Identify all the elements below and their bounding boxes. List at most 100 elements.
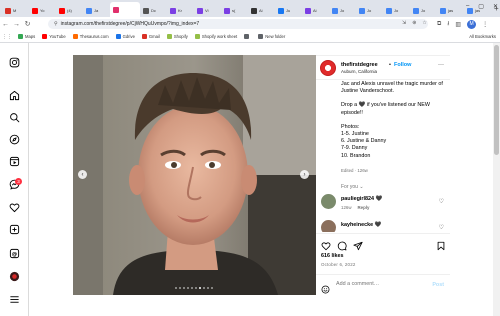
for-you-toggle[interactable]: For you ⌄	[341, 184, 364, 190]
comment-icon[interactable]	[337, 238, 347, 251]
share-icon[interactable]	[353, 238, 363, 251]
menu-icon[interactable]: ⋮	[482, 21, 488, 28]
tab-favicon-icon	[359, 7, 365, 14]
follow-button[interactable]: Follow	[394, 62, 411, 68]
forward-icon[interactable]: →	[11, 21, 22, 28]
commenter-username[interactable]: kayheinecke 🖤	[341, 222, 381, 228]
bookmark-item[interactable]: Maps	[18, 34, 35, 39]
page-scrollbar[interactable]	[493, 43, 500, 316]
comment-item: pauliegirl824 🖤 126w Reply ♡	[321, 194, 446, 214]
bookmark-item[interactable]: YouTube	[42, 34, 66, 39]
instagram-logo-icon[interactable]	[8, 56, 21, 69]
minimize-icon[interactable]: –	[466, 3, 469, 10]
browser-tab[interactable]: jas	[437, 4, 464, 17]
explore-icon[interactable]	[8, 133, 21, 146]
comment-input[interactable]	[336, 281, 426, 287]
emoji-icon[interactable]	[321, 281, 330, 294]
comment-like-icon[interactable]: ♡	[439, 198, 444, 205]
home-icon[interactable]	[8, 89, 21, 102]
bookmark-item[interactable]: New folder	[258, 34, 285, 39]
side-panel-icon[interactable]: ▥	[455, 21, 461, 28]
post-comment-button[interactable]: Post	[432, 282, 444, 288]
browser-tab[interactable]: (4)	[56, 4, 83, 17]
more-menu-icon[interactable]	[8, 293, 21, 306]
browser-tab[interactable]: Dc	[140, 4, 167, 17]
zoom-icon[interactable]: ⊕	[412, 20, 416, 26]
notification-badge: 3	[15, 178, 22, 185]
bookmark-item[interactable]: Thesaurus.com	[72, 34, 109, 39]
bookmark-item[interactable]: Gdrive	[115, 34, 135, 39]
browser-tab[interactable]: M	[2, 4, 29, 17]
like-icon[interactable]	[321, 238, 331, 251]
carousel-next-button[interactable]: ›	[300, 170, 309, 179]
bookmark-item[interactable]: Shopify	[166, 34, 188, 39]
commenter-avatar[interactable]	[321, 194, 336, 209]
tab-title: Dc	[151, 8, 156, 13]
browser-tab[interactable]: Jo	[410, 4, 437, 17]
commenter-username[interactable]: pauliegirl824 🖤	[341, 196, 382, 202]
url-text: instagram.com/thefirstdegree/p/CjWHQuUvm…	[60, 21, 200, 27]
address-bar[interactable]: ⚲ instagram.com/thefirstdegree/p/CjWHQuU…	[48, 19, 428, 29]
browser-tab[interactable]: Vi	[194, 4, 221, 17]
bookmark-label: Shopify work sheet	[201, 34, 238, 39]
browser-tab[interactable]	[110, 2, 140, 17]
browser-tab[interactable]: Jo	[383, 4, 410, 17]
back-icon[interactable]: ←	[0, 21, 11, 28]
carousel-prev-button[interactable]: ‹	[78, 170, 87, 179]
maximize-icon[interactable]: ▢	[478, 3, 484, 10]
save-bookmark-icon[interactable]	[436, 238, 446, 251]
tab-title: Yo	[40, 8, 45, 13]
profile-avatar-icon[interactable]	[8, 270, 21, 283]
browser-tab[interactable]: Ai	[302, 4, 329, 17]
bookmark-star-icon[interactable]: ☆	[422, 20, 426, 26]
browser-tab[interactable]: s(	[221, 4, 248, 17]
tab-favicon-icon	[278, 7, 284, 14]
all-bookmarks[interactable]: All Bookmarks	[469, 34, 496, 39]
reload-icon[interactable]: ↻	[22, 20, 33, 28]
carousel-dot	[179, 287, 181, 289]
reels-icon[interactable]	[8, 155, 21, 168]
comment-age: 126w	[341, 205, 352, 210]
extensions-icon[interactable]: ⧉	[437, 21, 441, 28]
tab-title: Jo	[421, 8, 426, 13]
bookmark-icon	[18, 34, 23, 39]
bookmark-label: Shopify	[173, 34, 188, 39]
like-count[interactable]: 616 likes	[321, 253, 343, 259]
apps-icon[interactable]: ⋮⋮	[2, 34, 12, 40]
browser-tab[interactable]: Ju	[275, 4, 302, 17]
site-info-icon[interactable]: ⚲	[54, 21, 58, 27]
threads-icon[interactable]: @	[8, 247, 21, 260]
post-date: October 6, 2022	[321, 262, 356, 267]
tab-favicon-icon	[5, 7, 11, 14]
install-icon[interactable]: ⇲	[402, 20, 406, 26]
post-location[interactable]: Auburn, California	[341, 69, 377, 74]
search-icon[interactable]	[8, 111, 21, 124]
address-bar-actions: ⇲ ⊕ ☆	[402, 20, 427, 26]
bookmark-label: YouTube	[49, 34, 66, 39]
notifications-heart-icon[interactable]	[8, 201, 21, 214]
tab-title: Jo	[394, 8, 399, 13]
close-icon[interactable]: ✕	[493, 3, 498, 10]
browser-tab[interactable]: Yo	[29, 4, 56, 17]
bookmark-item[interactable]: Shopify work sheet	[194, 34, 238, 39]
reply-link[interactable]: Reply	[358, 205, 370, 210]
bookmark-item[interactable]	[244, 34, 251, 39]
downloads-icon[interactable]: ⭳	[447, 19, 449, 29]
scrollbar-thumb[interactable]	[494, 45, 499, 155]
carousel-dot	[199, 287, 201, 289]
bookmark-item[interactable]: Gmail	[141, 34, 160, 39]
create-icon[interactable]	[8, 223, 21, 236]
browser-tab[interactable]: Jo	[329, 4, 356, 17]
post-photo[interactable]	[73, 55, 316, 295]
browser-tab[interactable]: Ai	[248, 4, 275, 17]
bookmark-icon	[115, 34, 121, 39]
profile-avatar[interactable]: M	[467, 19, 477, 29]
commenter-avatar[interactable]	[321, 220, 336, 232]
browser-tab[interactable]: Ja	[83, 4, 110, 17]
browser-tab[interactable]: Kr	[167, 4, 194, 17]
comment-like-icon[interactable]: ♡	[439, 224, 444, 231]
author-username[interactable]: thefirstdegree	[341, 62, 378, 68]
more-options-icon[interactable]: ···	[438, 62, 444, 68]
browser-tab[interactable]: Jo	[356, 4, 383, 17]
author-avatar[interactable]	[320, 60, 336, 76]
